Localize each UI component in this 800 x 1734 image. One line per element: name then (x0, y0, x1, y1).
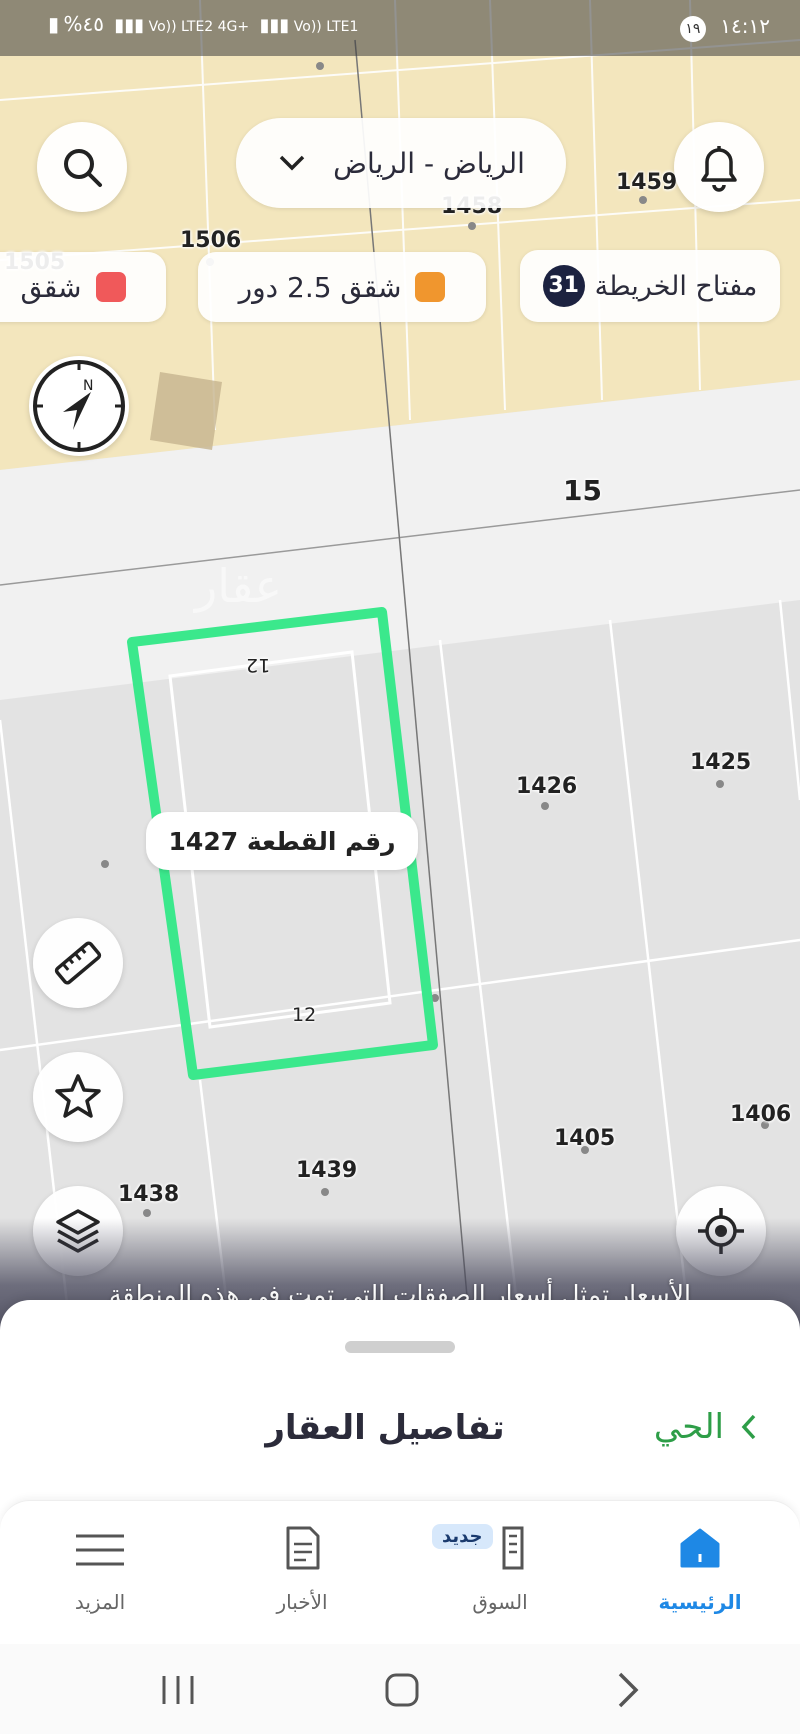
time: ١٤:١٢ (720, 14, 770, 38)
sheet-drag-handle[interactable] (345, 1341, 455, 1353)
watermark-logo: عقار (193, 559, 282, 613)
legend-label: شقق (20, 270, 82, 304)
neighborhood-link-label: الحي (653, 1407, 724, 1447)
location-selector[interactable]: الرياض - الرياض (236, 118, 566, 208)
home-system-icon[interactable] (382, 1670, 422, 1710)
parcel-number[interactable]: 1439 (296, 1158, 357, 1183)
recent-apps-icon[interactable] (158, 1672, 198, 1708)
compass-icon: N (33, 360, 125, 452)
map-key-button[interactable]: مفتاح الخريطة 31 (520, 250, 780, 322)
legend-color-swatch (95, 272, 126, 302)
sheet-title: تفاصيل العقار (265, 1408, 505, 1448)
selected-plot-label[interactable]: رقم القطعة 1427 (146, 812, 418, 870)
bell-icon (701, 146, 737, 192)
signal-icon: ▮▮▮ (114, 15, 145, 36)
document-icon (286, 1526, 320, 1570)
search-button[interactable] (37, 122, 127, 212)
battery-level: %٤٥ (63, 12, 104, 36)
plot-dimension-top: 12 (246, 654, 271, 676)
network-2: Vo)) LTE2 4G+ (148, 19, 250, 35)
status-left: ▮ %٤٥ ▮▮▮ Vo)) LTE2 4G+ ▮▮▮ Vo)) LTE1 (48, 12, 358, 36)
nav-more-label: المزيد (74, 1590, 126, 1614)
star-icon (55, 1074, 101, 1118)
battery-icon: ▮ (48, 12, 60, 36)
measure-button[interactable] (33, 918, 123, 1008)
selected-plot-text: رقم القطعة 1427 (168, 826, 396, 856)
legend-item[interactable]: شقق (0, 252, 166, 322)
nav-home-label: الرئيسية (658, 1590, 742, 1614)
new-badge: جديد (432, 1524, 493, 1549)
neighborhood-link[interactable]: الحي (630, 1402, 760, 1452)
ruler-icon (54, 941, 102, 985)
notification-count: ١٩ (679, 16, 706, 42)
system-navigation-bar (0, 1644, 800, 1734)
search-icon (64, 149, 102, 187)
menu-icon (76, 1534, 124, 1566)
signal-icon: ▮▮▮ (259, 15, 290, 36)
back-icon[interactable] (612, 1670, 642, 1710)
street-label: 15 (563, 474, 602, 507)
nav-news-label: الأخبار (276, 1590, 328, 1614)
chevron-down-icon (279, 155, 305, 171)
status-bar: ١٤:١٢ ١٩ ▮ %٤٥ ▮▮▮ Vo)) LTE2 4G+ ▮▮▮ Vo)… (0, 0, 800, 56)
parcel-number[interactable]: 1425 (690, 750, 751, 775)
nav-more[interactable]: المزيد (30, 1520, 170, 1630)
nav-market[interactable]: جديد السوق (430, 1520, 570, 1630)
map-key-label: مفتاح الخريطة (594, 270, 758, 302)
notifications-button[interactable] (674, 122, 764, 212)
parcel-number[interactable]: 1406 (730, 1102, 791, 1127)
chevron-left-icon (741, 1414, 756, 1440)
parcel-number[interactable]: 1426 (516, 774, 577, 799)
legend-label: شقق 2.5 دور (238, 270, 402, 304)
parcel-number[interactable]: 1405 (554, 1126, 615, 1151)
parcel-number[interactable]: 1438 (118, 1182, 179, 1207)
compass-button[interactable]: N (29, 356, 129, 456)
favorites-button[interactable] (33, 1052, 123, 1142)
plot-dimension-bottom: 12 (292, 1004, 317, 1026)
location-text: الرياض - الرياض (333, 146, 525, 180)
svg-text:N: N (83, 378, 93, 394)
parcel-number[interactable]: 1459 (616, 170, 677, 195)
legend-color-swatch (415, 272, 446, 302)
legend-item[interactable]: شقق 2.5 دور (198, 252, 486, 322)
nav-news[interactable]: الأخبار (232, 1520, 372, 1630)
nav-market-label: السوق (472, 1590, 528, 1614)
home-icon (680, 1528, 720, 1568)
map-key-count: 31 (542, 265, 585, 307)
building-icon (502, 1526, 524, 1570)
parcel-number[interactable]: 1506 (180, 228, 241, 253)
nav-home[interactable]: الرئيسية (630, 1520, 770, 1630)
status-right: ١٤:١٢ ١٩ (679, 14, 770, 42)
network-1: Vo)) LTE1 (293, 19, 359, 35)
